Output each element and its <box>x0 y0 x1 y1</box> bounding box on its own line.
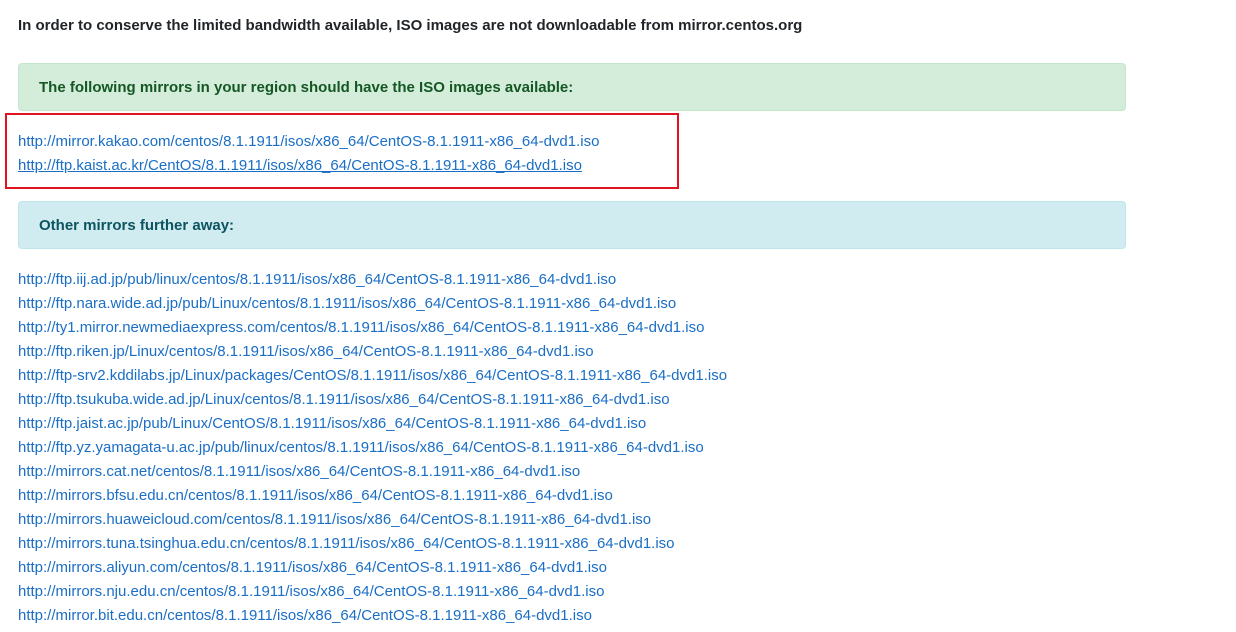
nearby-mirror-list: http://mirror.kakao.com/centos/8.1.1911/… <box>18 130 599 178</box>
mirror-link[interactable]: http://mirrors.cat.net/centos/8.1.1911/i… <box>18 463 580 480</box>
list-item: http://mirror.bit.edu.cn/centos/8.1.1911… <box>18 604 727 628</box>
list-item: http://ftp.tsukuba.wide.ad.jp/Linux/cent… <box>18 388 727 412</box>
list-item: http://mirrors.tuna.tsinghua.edu.cn/cent… <box>18 532 727 556</box>
mirror-link[interactable]: http://ftp.yz.yamagata-u.ac.jp/pub/linux… <box>18 439 704 456</box>
mirror-link[interactable]: http://mirrors.bfsu.edu.cn/centos/8.1.19… <box>18 487 613 504</box>
list-item: http://mirrors.bfsu.edu.cn/centos/8.1.19… <box>18 484 727 508</box>
other-mirrors-heading: Other mirrors further away: <box>39 216 235 234</box>
bandwidth-notice: In order to conserve the limited bandwid… <box>18 17 803 34</box>
mirror-link-kaist[interactable]: http://ftp.kaist.ac.kr/CentOS/8.1.1911/i… <box>18 157 582 174</box>
list-item: http://ty1.mirror.newmediaexpress.com/ce… <box>18 316 727 340</box>
list-item: http://ftp.iij.ad.jp/pub/linux/centos/8.… <box>18 268 727 292</box>
list-item: http://mirrors.nju.edu.cn/centos/8.1.191… <box>18 580 727 604</box>
mirror-link[interactable]: http://mirrors.nju.edu.cn/centos/8.1.191… <box>18 583 604 600</box>
mirror-link[interactable]: http://ftp.tsukuba.wide.ad.jp/Linux/cent… <box>18 391 670 408</box>
list-item: http://ftp.kaist.ac.kr/CentOS/8.1.1911/i… <box>18 154 599 178</box>
mirror-link[interactable]: http://ty1.mirror.newmediaexpress.com/ce… <box>18 319 704 336</box>
mirror-link[interactable]: http://mirrors.aliyun.com/centos/8.1.191… <box>18 559 607 576</box>
nearby-mirrors-heading: The following mirrors in your region sho… <box>39 78 574 96</box>
mirror-link[interactable]: http://mirrors.huaweicloud.com/centos/8.… <box>18 511 651 528</box>
mirror-link[interactable]: http://ftp.iij.ad.jp/pub/linux/centos/8.… <box>18 271 616 288</box>
other-mirrors-alert: Other mirrors further away: <box>18 201 1126 249</box>
list-item: http://ftp.nara.wide.ad.jp/pub/Linux/cen… <box>18 292 727 316</box>
mirror-link[interactable]: http://ftp.jaist.ac.jp/pub/Linux/CentOS/… <box>18 415 646 432</box>
list-item: http://ftp.jaist.ac.jp/pub/Linux/CentOS/… <box>18 412 727 436</box>
list-item: http://ftp-srv2.kddilabs.jp/Linux/packag… <box>18 364 727 388</box>
list-item: http://ftp.yz.yamagata-u.ac.jp/pub/linux… <box>18 436 727 460</box>
mirror-link[interactable]: http://ftp.nara.wide.ad.jp/pub/Linux/cen… <box>18 295 676 312</box>
list-item: http://mirrors.aliyun.com/centos/8.1.191… <box>18 556 727 580</box>
list-item: http://mirrors.huaweicloud.com/centos/8.… <box>18 508 727 532</box>
mirror-link[interactable]: http://ftp-srv2.kddilabs.jp/Linux/packag… <box>18 367 727 384</box>
mirror-link-kakao[interactable]: http://mirror.kakao.com/centos/8.1.1911/… <box>18 133 599 150</box>
list-item: http://ftp.riken.jp/Linux/centos/8.1.191… <box>18 340 727 364</box>
nearby-mirrors-alert: The following mirrors in your region sho… <box>18 63 1126 111</box>
list-item: http://mirrors.cat.net/centos/8.1.1911/i… <box>18 460 727 484</box>
mirror-link[interactable]: http://ftp.riken.jp/Linux/centos/8.1.191… <box>18 343 594 360</box>
list-item: http://mirror.kakao.com/centos/8.1.1911/… <box>18 130 599 154</box>
mirror-link[interactable]: http://mirrors.tuna.tsinghua.edu.cn/cent… <box>18 535 675 552</box>
mirror-link[interactable]: http://mirror.bit.edu.cn/centos/8.1.1911… <box>18 607 592 624</box>
other-mirror-list: http://ftp.iij.ad.jp/pub/linux/centos/8.… <box>18 268 727 628</box>
